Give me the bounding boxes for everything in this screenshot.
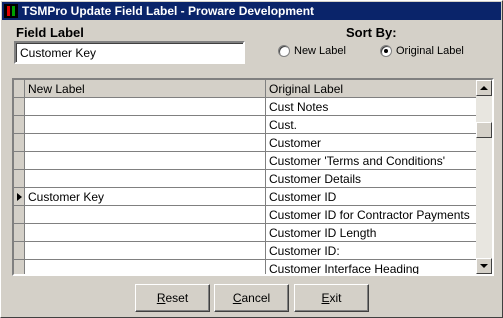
- row-selector-cell[interactable]: [14, 116, 25, 133]
- original-label-cell: Customer ID Length: [269, 226, 377, 240]
- original-label-cell: Customer ID:: [269, 244, 340, 258]
- row-selector-cell[interactable]: [14, 152, 25, 169]
- original-label-cell: Customer Interface Heading: [269, 262, 420, 276]
- cancel-button[interactable]: Cancel: [214, 284, 289, 312]
- header-selector-cell: [14, 80, 25, 97]
- scroll-thumb[interactable]: [476, 122, 492, 138]
- field-label-heading: Field Label: [16, 25, 84, 40]
- radio-unchecked-icon: [278, 45, 290, 57]
- table-row[interactable]: Customer Key Customer ID: [14, 188, 479, 206]
- new-label-cell[interactable]: [25, 170, 266, 187]
- row-selector-cell[interactable]: [14, 260, 25, 274]
- current-row-arrow-icon[interactable]: [14, 188, 25, 205]
- row-selector-cell[interactable]: [14, 98, 25, 115]
- row-selector-cell[interactable]: [14, 224, 25, 241]
- app-icon[interactable]: [4, 4, 18, 18]
- radio-checked-icon: [380, 45, 392, 57]
- row-selector-cell[interactable]: [14, 242, 25, 259]
- original-label-cell: Customer Details: [269, 172, 362, 186]
- new-label-cell[interactable]: [25, 242, 266, 259]
- table-row[interactable]: Customer ID for Contractor Payments: [14, 206, 479, 224]
- new-label-cell[interactable]: [25, 152, 266, 169]
- original-label-column-header[interactable]: Original Label: [266, 80, 479, 97]
- table-row[interactable]: Cust Notes: [14, 98, 479, 116]
- table-row[interactable]: Customer ID:: [14, 242, 479, 260]
- exit-button[interactable]: Exit: [294, 284, 369, 312]
- table-row[interactable]: Customer: [14, 134, 479, 152]
- grid-vertical-scrollbar[interactable]: [476, 80, 492, 274]
- scroll-up-arrow-icon[interactable]: [476, 80, 492, 96]
- field-label-input[interactable]: [14, 41, 245, 64]
- app-window: TSMPro Update Field Label - Proware Deve…: [0, 0, 503, 318]
- original-label-cell: Customer ID: [269, 190, 337, 204]
- reset-button[interactable]: Reset: [135, 284, 210, 312]
- table-row[interactable]: Customer ID Length: [14, 224, 479, 242]
- table-row[interactable]: Cust.: [14, 116, 479, 134]
- table-row[interactable]: Customer 'Terms and Conditions': [14, 152, 479, 170]
- new-label-cell[interactable]: [25, 134, 266, 151]
- new-label-column-header[interactable]: New Label: [25, 80, 266, 97]
- grid-header: New Label Original Label: [14, 80, 479, 98]
- table-row[interactable]: Customer Details: [14, 170, 479, 188]
- new-label-cell[interactable]: [25, 260, 266, 274]
- sort-new-label-radio[interactable]: New Label: [278, 45, 346, 57]
- sort-original-label-text: Original Label: [396, 45, 464, 57]
- title-bar[interactable]: TSMPro Update Field Label - Proware Deve…: [2, 2, 501, 20]
- row-selector-cell[interactable]: [14, 134, 25, 151]
- new-label-cell[interactable]: [25, 98, 266, 115]
- table-row[interactable]: Customer Interface Heading: [14, 260, 479, 276]
- original-label-cell: Cust Notes: [269, 100, 329, 114]
- original-label-cell: Customer ID for Contractor Payments: [269, 208, 470, 222]
- new-label-cell[interactable]: [25, 116, 266, 133]
- new-label-cell[interactable]: [25, 224, 266, 241]
- sort-new-label-text: New Label: [294, 45, 346, 57]
- new-label-cell[interactable]: [25, 206, 266, 223]
- sort-original-label-radio[interactable]: Original Label: [380, 45, 464, 57]
- sort-by-heading: Sort By:: [346, 25, 397, 40]
- window-title: TSMPro Update Field Label - Proware Deve…: [22, 4, 315, 18]
- labels-grid[interactable]: New Label Original Label Cust Notes Cust.…: [12, 78, 494, 276]
- scroll-down-arrow-icon[interactable]: [476, 258, 492, 274]
- original-label-cell: Customer: [269, 136, 322, 150]
- new-label-cell[interactable]: Customer Key: [25, 188, 266, 205]
- original-label-cell: Cust.: [269, 118, 298, 132]
- row-selector-cell[interactable]: [14, 206, 25, 223]
- row-selector-cell[interactable]: [14, 170, 25, 187]
- original-label-cell: Customer 'Terms and Conditions': [269, 154, 445, 168]
